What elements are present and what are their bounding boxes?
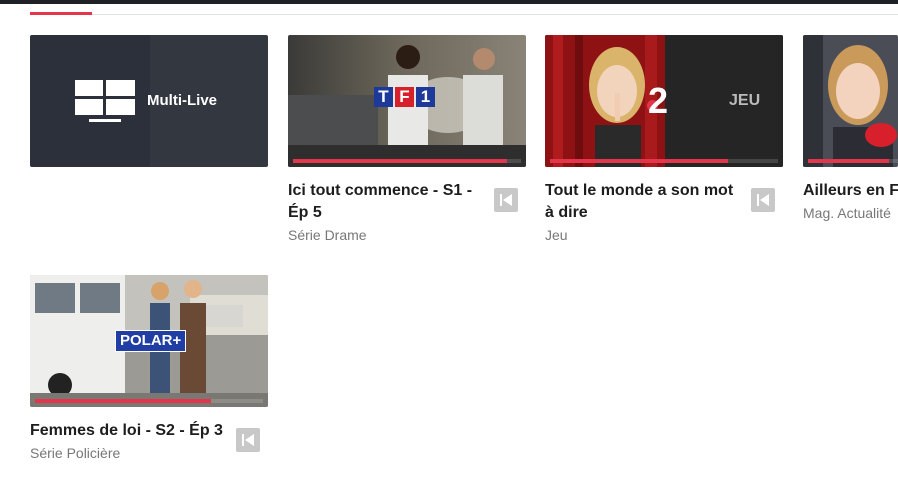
program-thumbnail[interactable]: T F 1 [288, 35, 526, 167]
program-card[interactable]: 2 JEU Tout le monde a son mot à dire Jeu [545, 35, 783, 243]
polar-plus-logo: POLAR+ [115, 330, 187, 352]
thumbnail-image [803, 35, 898, 167]
multi-screen-icon [75, 80, 135, 122]
program-thumbnail[interactable] [803, 35, 898, 167]
france2-logo: 2 [648, 80, 669, 121]
active-tab-indicator [30, 12, 92, 15]
top-bar [0, 0, 898, 4]
program-title[interactable]: Tout le monde a son mot à dire [545, 180, 741, 224]
program-card[interactable]: T F 1 Ici tout commence - S1 - Ép 5 Séri… [288, 35, 526, 243]
restart-icon [500, 194, 512, 206]
progress-fill [35, 399, 211, 403]
multilive-card[interactable]: Multi-Live [30, 35, 268, 167]
program-genre: Série Drame [288, 227, 367, 243]
restart-button[interactable] [494, 188, 518, 212]
tf1-logo-letter: F [395, 87, 414, 107]
section-divider [30, 14, 898, 15]
program-title[interactable]: Femmes de loi - S2 - Ép 3 [30, 420, 226, 442]
progress-track [293, 159, 521, 163]
restart-button[interactable] [751, 188, 775, 212]
progress-track [550, 159, 778, 163]
restart-icon [757, 194, 769, 206]
program-genre: Jeu [545, 227, 568, 243]
program-title[interactable]: Ici tout commence - S1 - Ép 5 [288, 180, 484, 224]
progress-track [808, 159, 898, 163]
progress-track [35, 399, 263, 403]
multilive-label: Multi-Live [147, 92, 217, 109]
progress-fill [293, 159, 508, 163]
restart-button[interactable] [236, 428, 260, 452]
program-card[interactable]: Ailleurs en F Mag. Actualité [803, 35, 898, 235]
program-genre: Série Policière [30, 445, 121, 461]
program-genre: Mag. Actualité [803, 205, 891, 221]
genre-overlay-label: JEU [729, 92, 761, 109]
restart-icon [242, 434, 254, 446]
program-card[interactable]: POLAR+ Femmes de loi - S2 - Ép 3 Série P… [30, 275, 268, 461]
tf1-logo-letter: T [374, 87, 393, 107]
multilive-tile[interactable]: Multi-Live [30, 35, 268, 167]
program-thumbnail[interactable]: POLAR+ [30, 275, 268, 407]
progress-fill [550, 159, 728, 163]
program-thumbnail[interactable]: 2 JEU [545, 35, 783, 167]
program-title[interactable]: Ailleurs en F [803, 180, 898, 202]
progress-fill [808, 159, 889, 163]
tf1-logo-letter: 1 [416, 87, 435, 107]
tf1-logo: T F 1 [374, 87, 435, 107]
